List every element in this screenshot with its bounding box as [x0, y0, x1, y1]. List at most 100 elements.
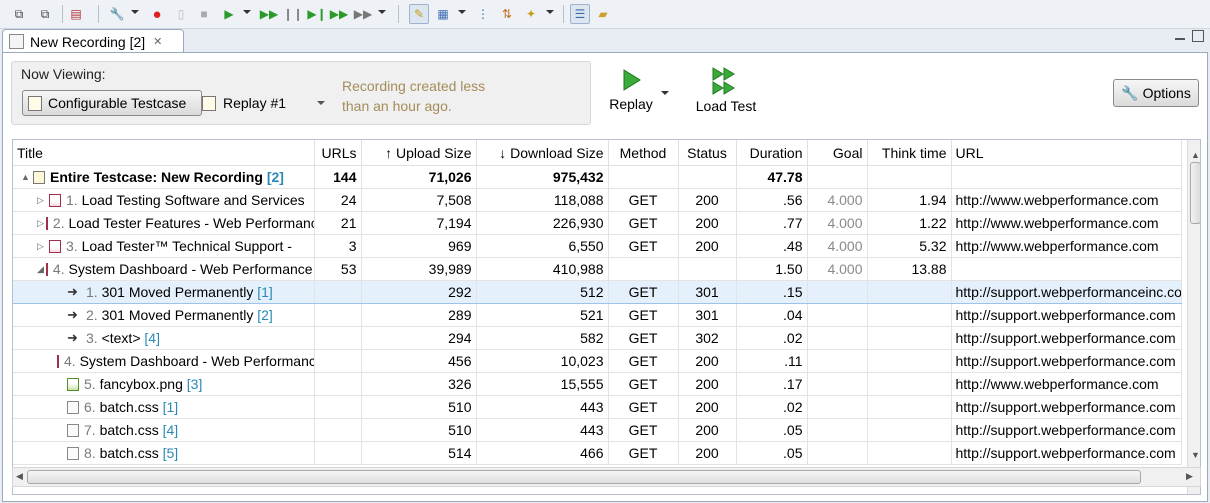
scroll-right-icon[interactable]: ▶ — [1186, 471, 1193, 482]
url-cell: http://www.webperformance.com — [951, 211, 1182, 235]
method-cell — [608, 165, 679, 189]
column-header-goal[interactable]: Goal — [807, 140, 868, 166]
vertical-scrollbar[interactable]: ▲ ▼ — [1187, 140, 1200, 494]
row-number: 2. — [86, 307, 98, 323]
chevron-down-icon[interactable] — [317, 101, 325, 105]
table-row[interactable]: 5. fancybox.png [3] 326 15,555 GET 200.17 htt… — [13, 372, 1182, 396]
recording-info-line-2: than an hour ago. — [342, 98, 452, 114]
configurable-testcase-button[interactable]: Configurable Testcase — [22, 90, 202, 116]
horizontal-scrollbar[interactable]: ◀ ▶ — [12, 467, 1201, 487]
scroll-up-icon[interactable]: ▲ — [1191, 150, 1200, 160]
table-row[interactable]: ➜ 2. 301 Moved Permanently [2] 289 521 GET 30… — [13, 303, 1182, 327]
css-file-icon — [67, 446, 79, 460]
column-header-method[interactable]: Method — [608, 140, 679, 166]
page-icon[interactable]: ▯ — [172, 5, 190, 23]
step-icon[interactable]: ▶❙ — [307, 5, 326, 23]
think-time-cell — [867, 326, 952, 350]
step-page-icon[interactable]: ▶▶ — [330, 5, 348, 23]
table-row[interactable]: ◢ 4. System Dashboard - Web Performance 53… — [13, 257, 1182, 281]
download-size-cell: 582 — [476, 326, 609, 350]
download-size-cell: 975,432 — [476, 165, 609, 189]
minimize-icon[interactable] — [1175, 34, 1185, 40]
duration-cell: .02 — [736, 395, 808, 419]
column-header-download-size[interactable]: ↓ Download Size — [476, 140, 609, 166]
goal-cell — [807, 280, 868, 304]
horizontal-scroll-thumb[interactable] — [27, 470, 1141, 484]
replay-button[interactable]: Replay — [606, 67, 656, 112]
maximize-icon[interactable] — [1192, 30, 1204, 42]
row-count: [2] — [257, 307, 273, 323]
urls-cell — [314, 326, 362, 350]
table-row[interactable]: ➜ 3. <text> [4] 294 582 GET 302.02 http://supp… — [13, 326, 1182, 350]
chevron-down-icon[interactable] — [378, 10, 386, 14]
tree-view-icon[interactable]: ☰ — [570, 4, 590, 24]
column-header-url[interactable]: URL — [951, 140, 1182, 166]
table-row[interactable]: ➜ 1. 301 Moved Permanently [1] 292 512 GET 30… — [13, 280, 1182, 304]
table-row[interactable]: 8. batch.css [5] 514 466 GET 200.05 http://su… — [13, 441, 1182, 465]
report-icon[interactable]: ▤ — [67, 5, 85, 23]
table-row[interactable]: ▷ 1. Load Testing Software and Services 24… — [13, 188, 1182, 212]
column-header-duration[interactable]: Duration — [736, 140, 808, 166]
title-cell: 7. batch.css [4] — [13, 418, 315, 442]
table-row[interactable]: ▷ 2. Load Tester Features - Web Performan… — [13, 211, 1182, 235]
table-row[interactable]: ▲ Entire Testcase: New Recording [2] 144 71… — [13, 165, 1182, 189]
expand-toggle-icon[interactable]: ◢ — [37, 264, 44, 275]
row-title: Load Testing Software and Services — [81, 192, 305, 208]
expand-toggle-icon[interactable]: ▷ — [37, 241, 47, 252]
column-header-status[interactable]: Status — [678, 140, 737, 166]
table-row[interactable]: 7. batch.css [4] 510 443 GET 200.05 http://su… — [13, 418, 1182, 442]
title-cell: 4. System Dashboard - Web Performance — [13, 349, 315, 373]
scroll-left-icon[interactable]: ◀ — [16, 471, 23, 482]
pause-icon[interactable]: ❙❙ — [283, 5, 303, 23]
column-header-urls[interactable]: URLs — [314, 140, 362, 166]
row-number: 7. — [84, 422, 96, 438]
load-test-button[interactable]: Load Test — [691, 67, 761, 114]
close-icon[interactable]: ✕ — [153, 35, 162, 48]
redirect-arrow-icon: ➜ — [67, 284, 78, 299]
download-size-cell: 6,550 — [476, 234, 609, 258]
goal-cell: 4.000 — [807, 211, 868, 235]
upload-size-cell: 326 — [361, 372, 477, 396]
expand-toggle-icon[interactable]: ▲ — [21, 172, 31, 182]
chevron-down-icon[interactable] — [546, 10, 554, 14]
scroll-down-icon[interactable]: ▼ — [1191, 450, 1200, 460]
fast-forward-icon[interactable]: ▶▶ — [260, 5, 278, 23]
record-icon[interactable]: ● — [148, 5, 166, 23]
table-row[interactable]: 6. batch.css [1] 510 443 GET 200.02 http://su… — [13, 395, 1182, 419]
toolbar-button-1[interactable]: ⧉ — [10, 5, 28, 23]
urls-cell: 21 — [314, 211, 362, 235]
chevron-down-icon[interactable] — [243, 10, 251, 14]
duration-cell: .11 — [736, 349, 808, 373]
wrench-icon[interactable]: 🔧 — [108, 5, 126, 23]
chevron-down-icon[interactable] — [458, 10, 466, 14]
toolbar-button-2[interactable]: ⧉ — [36, 5, 54, 23]
chevron-down-icon[interactable] — [131, 10, 139, 14]
goal-cell — [807, 303, 868, 327]
layout-icon[interactable]: ▦ — [434, 5, 452, 23]
title-cell: ➜ 1. 301 Moved Permanently [1] — [13, 280, 315, 304]
replay-selector[interactable]: Replay #1 — [202, 92, 286, 114]
table-row[interactable]: ▷ 3. Load Tester™ Technical Support - 3 96… — [13, 234, 1182, 258]
vertical-scroll-thumb[interactable] — [1190, 162, 1200, 224]
editor-tab-bar: New Recording [2] ✕ — [0, 28, 1210, 53]
options-button[interactable]: 🔧 Options — [1113, 79, 1199, 107]
row-title: Entire Testcase: New Recording — [50, 169, 263, 185]
tab-new-recording[interactable]: New Recording [2] ✕ — [2, 29, 184, 53]
stop-icon[interactable]: ■ — [195, 5, 213, 23]
folder-icon[interactable]: ▰ — [594, 5, 612, 23]
column-header-upload-size[interactable]: ↑ Upload Size — [361, 140, 477, 166]
css-file-icon — [67, 423, 79, 437]
expand-toggle-icon[interactable]: ▷ — [37, 218, 44, 229]
column-header-think-time[interactable]: Think time — [867, 140, 952, 166]
magic-wand-icon[interactable]: ✦ — [522, 5, 540, 23]
column-header-title[interactable]: Title — [13, 140, 315, 166]
play-icon[interactable]: ▶ — [220, 5, 238, 23]
replay-dropdown[interactable] — [660, 85, 670, 95]
testcase-icon — [33, 170, 45, 184]
sort-icon[interactable]: ⇅ — [498, 5, 516, 23]
table-row[interactable]: 4. System Dashboard - Web Performance 456… — [13, 349, 1182, 373]
expand-toggle-icon[interactable]: ▷ — [37, 195, 47, 206]
tree-icon[interactable]: ⋮ — [474, 5, 492, 23]
highlight-icon[interactable]: ✎ — [409, 4, 429, 24]
load-test-icon[interactable]: ▶▶ — [354, 5, 372, 23]
